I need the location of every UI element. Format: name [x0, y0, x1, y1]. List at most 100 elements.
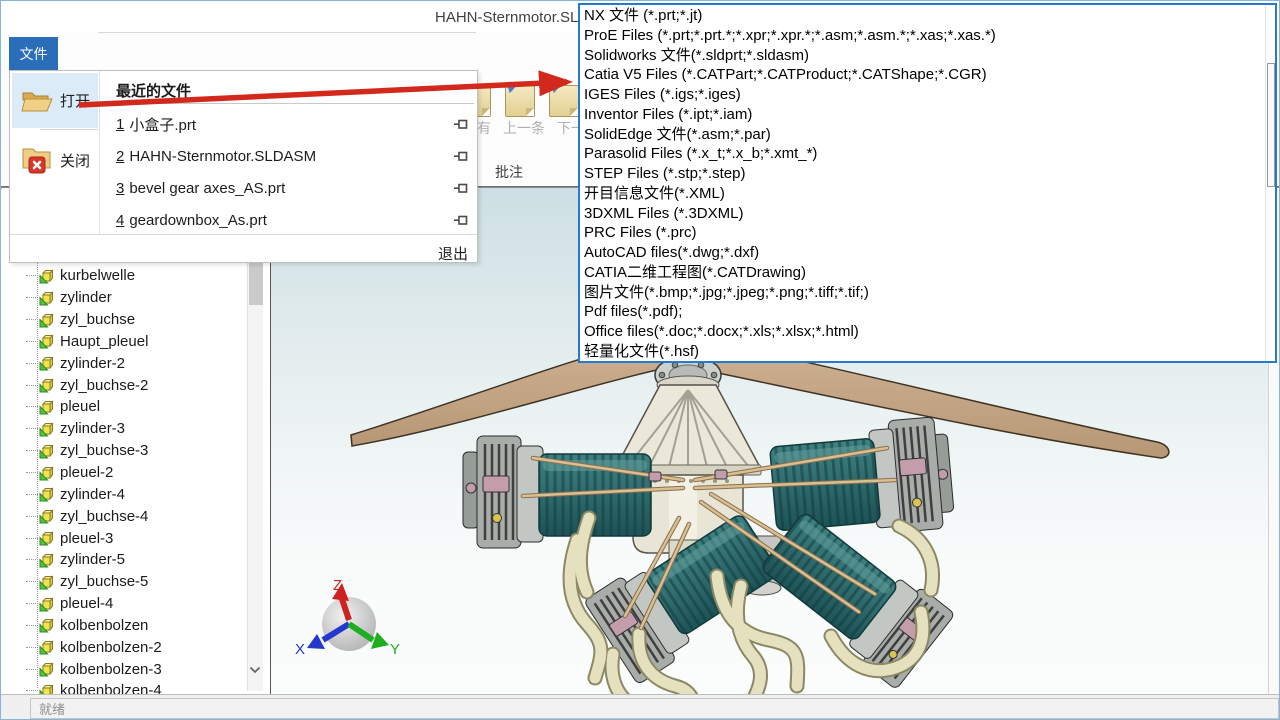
window-title: HAHN-Sternmotor.SL	[435, 9, 578, 26]
status-text: 就绪	[30, 698, 1279, 719]
tree-node-label: kurbelwelle	[60, 267, 135, 284]
file-format-option[interactable]: Catia V5 Files (*.CATPart;*.CATProduct;*…	[584, 65, 1260, 85]
tree-node[interactable]: pleuel	[26, 396, 240, 418]
file-format-option[interactable]: ProE Files (*.prt;*.prt.*;*.xpr;*.xpr.*;…	[584, 26, 1260, 46]
file-format-option[interactable]: IGES Files (*.igs;*.iges)	[584, 85, 1260, 105]
recent-file-number: 1	[116, 116, 124, 133]
menu-item-exit[interactable]: 退出	[438, 243, 468, 264]
tree-node[interactable]: zyl_buchse	[26, 309, 240, 331]
model-tree-panel: kurbelwelle zylinder	[2, 188, 270, 694]
recent-file-item[interactable]: 2 HAHN-Sternmotor.SLDASM	[116, 140, 476, 172]
part-cube-icon	[39, 508, 55, 524]
tree-node[interactable]: kolbenbolzen-3	[26, 658, 240, 680]
part-cube-icon	[39, 443, 55, 459]
open-folder-icon	[20, 87, 54, 114]
file-format-option[interactable]: NX 文件 (*.prt;*.jt)	[584, 6, 1260, 26]
menu-top-border	[98, 32, 476, 33]
pin-icon[interactable]	[454, 213, 468, 227]
part-cube-icon	[39, 530, 55, 546]
part-cube-icon	[39, 312, 55, 328]
file-format-option[interactable]: 3DXML Files (*.3DXML)	[584, 204, 1260, 224]
part-cube-icon	[39, 683, 55, 694]
file-format-option[interactable]: Pdf files(*.pdf);	[584, 302, 1260, 322]
file-format-option[interactable]: SolidEdge 文件(*.asm;*.par)	[584, 125, 1260, 145]
part-cube-icon	[39, 661, 55, 677]
tree-connector	[26, 297, 38, 298]
axis-z-label: Z	[333, 577, 342, 594]
pin-icon[interactable]	[454, 149, 468, 163]
recent-file-name: 小盒子.prt	[129, 114, 196, 135]
tree-scrollbar-thumb[interactable]	[249, 261, 263, 305]
annotation-note-icon[interactable]	[505, 85, 535, 117]
dropdown-scrollbar[interactable]	[1265, 5, 1275, 361]
tree-node-label: zyl_buchse-3	[60, 442, 148, 459]
file-format-option[interactable]: 开目信息文件(*.XML)	[584, 184, 1260, 204]
file-format-option[interactable]: Office files(*.doc;*.docx;*.xls;*.xlsx;*…	[584, 322, 1260, 342]
tree-node-label: Haupt_pleuel	[60, 333, 148, 350]
tree-node[interactable]: kurbelwelle	[26, 265, 240, 287]
tree-connector	[26, 581, 38, 582]
part-cube-icon	[39, 552, 55, 568]
tree-node[interactable]: zylinder-2	[26, 352, 240, 374]
file-format-option[interactable]: CATIA二维工程图(*.CATDrawing)	[584, 263, 1260, 283]
menu-item-close[interactable]: 关闭	[12, 133, 98, 188]
part-cube-icon	[39, 574, 55, 590]
pin-icon[interactable]	[454, 117, 468, 131]
tree-node-label: kolbenbolzen	[60, 617, 148, 634]
tree-node[interactable]: zyl_buchse-2	[26, 374, 240, 396]
tree-node-label: kolbenbolzen-4	[60, 682, 162, 694]
tree-node[interactable]: pleuel-4	[26, 593, 240, 615]
tree-node-label: zylinder-3	[60, 420, 125, 437]
nav-button-label[interactable]: 上一条	[503, 118, 545, 138]
tree-node-label: kolbenbolzen-3	[60, 661, 162, 678]
tree-node[interactable]: pleuel-3	[26, 527, 240, 549]
tree-node[interactable]: zyl_buchse-5	[26, 571, 240, 593]
tree-node[interactable]: kolbenbolzen	[26, 615, 240, 637]
tree-connector	[26, 428, 38, 429]
ribbon-group-label: 批注	[495, 162, 523, 182]
scroll-down-icon[interactable]	[249, 666, 261, 674]
part-cube-icon	[39, 596, 55, 612]
part-cube-icon	[39, 399, 55, 415]
file-format-option[interactable]: Inventor Files (*.ipt;*.iam)	[584, 105, 1260, 125]
part-cube-icon	[39, 486, 55, 502]
file-menu-panel: 打开 关闭 最近的文件 1 小盒子.prt	[9, 70, 478, 263]
tree-node[interactable]: zylinder-4	[26, 483, 240, 505]
recent-files-header: 最近的文件	[116, 80, 191, 101]
recent-file-number: 4	[116, 212, 124, 229]
part-cube-icon	[39, 290, 55, 306]
file-format-option[interactable]: 轻量化文件(*.hsf)	[584, 342, 1260, 362]
file-format-option[interactable]: Solidworks 文件(*.sldprt;*.sldasm)	[584, 46, 1260, 66]
tree-node[interactable]: zylinder-3	[26, 418, 240, 440]
menu-item-open[interactable]: 打开	[12, 73, 98, 128]
axis-x-label: X	[295, 641, 305, 658]
file-format-option[interactable]: 图片文件(*.bmp;*.jpg;*.jpeg;*.png;*.tiff;*.t…	[584, 283, 1260, 303]
tree-node-label: zyl_buchse-4	[60, 508, 148, 525]
tree-node[interactable]: kolbenbolzen-4	[26, 680, 240, 694]
tree-node[interactable]: kolbenbolzen-2	[26, 636, 240, 658]
recent-file-number: 3	[116, 180, 124, 197]
recent-file-item[interactable]: 3 bevel gear axes_AS.prt	[116, 172, 476, 204]
file-format-option[interactable]: AutoCAD files(*.dwg;*.dxf)	[584, 243, 1260, 263]
recent-file-item[interactable]: 1 小盒子.prt	[116, 108, 476, 140]
tree-node[interactable]: pleuel-2	[26, 462, 240, 484]
tree-scrollbar[interactable]	[247, 261, 263, 691]
tree-node[interactable]: zylinder-5	[26, 549, 240, 571]
file-format-option[interactable]: Parasolid Files (*.x_t;*.x_b;*.xmt_*)	[584, 144, 1260, 164]
nav-button-label[interactable]: 有	[477, 118, 491, 138]
file-format-option[interactable]: STEP Files (*.stp;*.step)	[584, 164, 1260, 184]
pin-icon[interactable]	[454, 181, 468, 195]
tree-node-label: zylinder-5	[60, 551, 125, 568]
annotation-note-icon[interactable]	[549, 85, 579, 117]
tree-node[interactable]: zylinder	[26, 287, 240, 309]
part-cube-icon	[39, 333, 55, 349]
tree-node[interactable]: zyl_buchse-3	[26, 440, 240, 462]
tree-node[interactable]: Haupt_pleuel	[26, 331, 240, 353]
tree-node-label: zyl_buchse-5	[60, 573, 148, 590]
tab-file[interactable]: 文件	[9, 37, 58, 70]
dropdown-scrollbar-thumb[interactable]	[1267, 63, 1275, 187]
file-format-option[interactable]: PRC Files (*.prc)	[584, 223, 1260, 243]
recent-file-item[interactable]: 4 geardownbox_As.prt	[116, 204, 476, 236]
tree-node[interactable]: zyl_buchse-4	[26, 505, 240, 527]
tree-connector	[26, 385, 38, 386]
